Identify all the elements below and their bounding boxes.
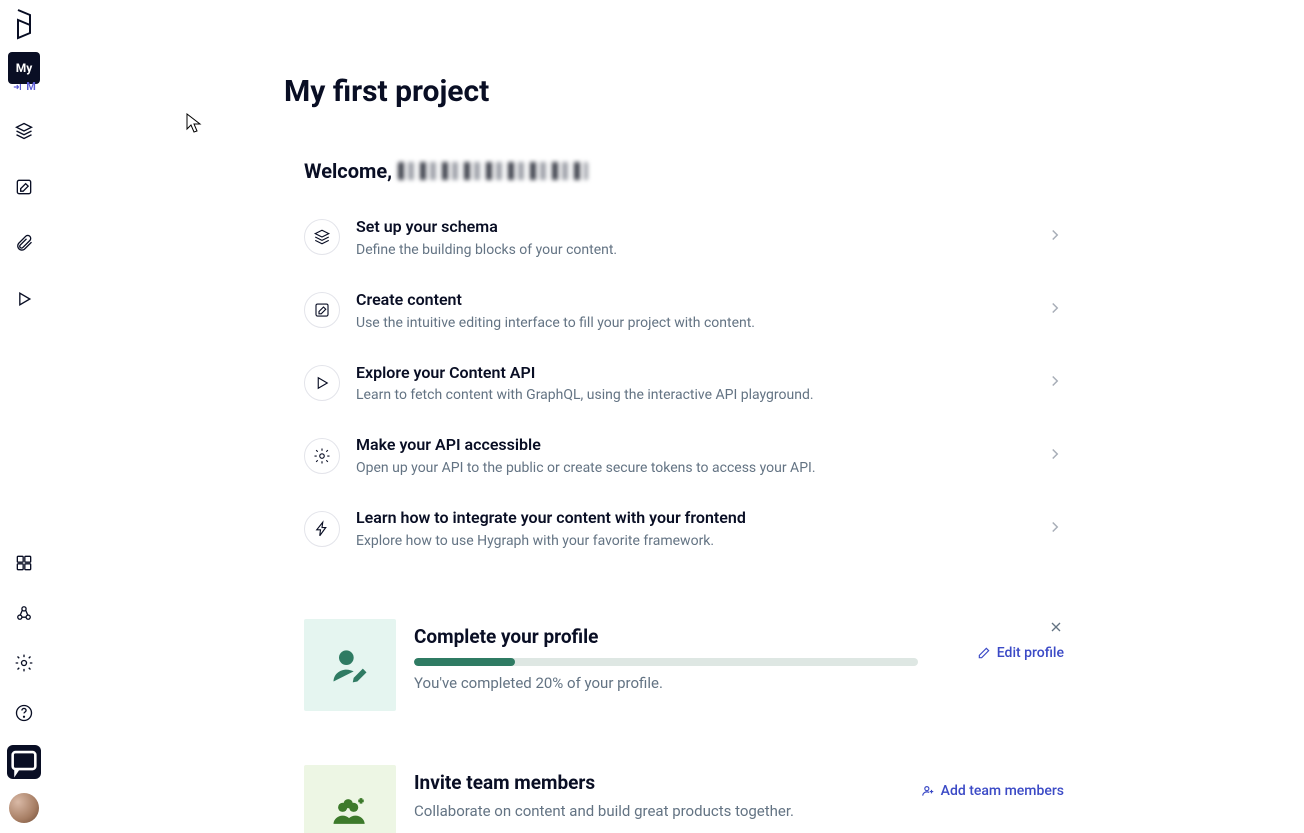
apps-icon bbox=[14, 553, 34, 573]
play-icon bbox=[14, 289, 34, 309]
step-desc: Explore how to use Hygraph with your fav… bbox=[356, 533, 1030, 549]
nav-assets[interactable] bbox=[6, 225, 42, 261]
layers-icon bbox=[14, 121, 34, 141]
chevron-right-icon bbox=[1046, 372, 1064, 394]
nav-settings[interactable] bbox=[6, 645, 42, 681]
sidebar: My M bbox=[0, 0, 48, 833]
close-icon bbox=[1048, 619, 1064, 635]
close-button[interactable] bbox=[1048, 619, 1064, 639]
user-avatar[interactable] bbox=[9, 793, 39, 823]
play-icon bbox=[304, 365, 340, 401]
step-desc: Use the intuitive editing interface to f… bbox=[356, 315, 1030, 331]
chat-icon bbox=[7, 745, 41, 779]
edit-profile-link[interactable]: Edit profile bbox=[977, 645, 1064, 661]
profile-progress-bar bbox=[414, 658, 918, 666]
environment-indicator[interactable]: M bbox=[12, 80, 36, 93]
profile-edit-icon bbox=[304, 619, 396, 711]
edit-profile-label: Edit profile bbox=[997, 645, 1064, 661]
help-icon bbox=[14, 703, 34, 723]
project-short-label: My bbox=[16, 61, 33, 75]
edit-icon bbox=[14, 177, 34, 197]
gear-icon bbox=[304, 438, 340, 474]
onboarding-steps: Set up your schema Define the building b… bbox=[304, 217, 1064, 549]
branch-icon bbox=[12, 81, 24, 93]
step-integrate[interactable]: Learn how to integrate your content with… bbox=[304, 508, 1064, 549]
step-title: Set up your schema bbox=[356, 217, 1030, 238]
paperclip-icon bbox=[14, 233, 34, 253]
step-schema[interactable]: Set up your schema Define the building b… bbox=[304, 217, 1064, 258]
team-card-desc: Collaborate on content and build great p… bbox=[414, 802, 1064, 820]
step-api-explore[interactable]: Explore your Content API Learn to fetch … bbox=[304, 363, 1064, 404]
step-desc: Open up your API to the public or create… bbox=[356, 460, 1030, 476]
team-icon bbox=[304, 765, 396, 833]
person-add-icon bbox=[921, 784, 935, 798]
nav-apps[interactable] bbox=[6, 545, 42, 581]
add-team-label: Add team members bbox=[941, 783, 1064, 799]
step-desc: Learn to fetch content with GraphQL, usi… bbox=[356, 387, 1030, 403]
user-name-redacted bbox=[398, 162, 588, 180]
invite-team-card: Invite team members Collaborate on conte… bbox=[304, 765, 1064, 833]
chevron-right-icon bbox=[1046, 226, 1064, 248]
chevron-right-icon bbox=[1046, 299, 1064, 321]
gear-icon bbox=[14, 653, 34, 673]
step-title: Learn how to integrate your content with… bbox=[356, 508, 1030, 529]
step-api-access[interactable]: Make your API accessible Open up your AP… bbox=[304, 435, 1064, 476]
chevron-right-icon bbox=[1046, 445, 1064, 467]
step-title: Create content bbox=[356, 290, 1030, 311]
step-content[interactable]: Create content Use the intuitive editing… bbox=[304, 290, 1064, 331]
lightning-icon bbox=[304, 511, 340, 547]
page-title: My first project bbox=[284, 74, 1064, 109]
nav-webhooks[interactable] bbox=[6, 595, 42, 631]
profile-card-status: You've completed 20% of your profile. bbox=[414, 674, 1064, 692]
webhook-icon bbox=[14, 603, 34, 623]
step-desc: Define the building blocks of your conte… bbox=[356, 242, 1030, 258]
step-title: Explore your Content API bbox=[356, 363, 1030, 384]
welcome-prefix: Welcome, bbox=[304, 159, 392, 183]
main-content: My first project Welcome, Set up your sc… bbox=[48, 0, 1304, 833]
env-letter: M bbox=[26, 80, 36, 93]
layers-icon bbox=[304, 219, 340, 255]
edit-icon bbox=[304, 292, 340, 328]
nav-schema[interactable] bbox=[6, 113, 42, 149]
nav-chat[interactable] bbox=[7, 745, 41, 779]
pencil-icon bbox=[977, 646, 991, 660]
welcome-line: Welcome, bbox=[304, 159, 1064, 183]
step-title: Make your API accessible bbox=[356, 435, 1030, 456]
hygraph-logo[interactable] bbox=[6, 6, 42, 42]
profile-card-title: Complete your profile bbox=[414, 625, 1064, 648]
nav-content[interactable] bbox=[6, 169, 42, 205]
add-team-members-link[interactable]: Add team members bbox=[921, 783, 1064, 799]
nav-help[interactable] bbox=[6, 695, 42, 731]
chevron-right-icon bbox=[1046, 518, 1064, 540]
nav-playground[interactable] bbox=[6, 281, 42, 317]
profile-completion-card: Complete your profile You've completed 2… bbox=[304, 619, 1064, 711]
